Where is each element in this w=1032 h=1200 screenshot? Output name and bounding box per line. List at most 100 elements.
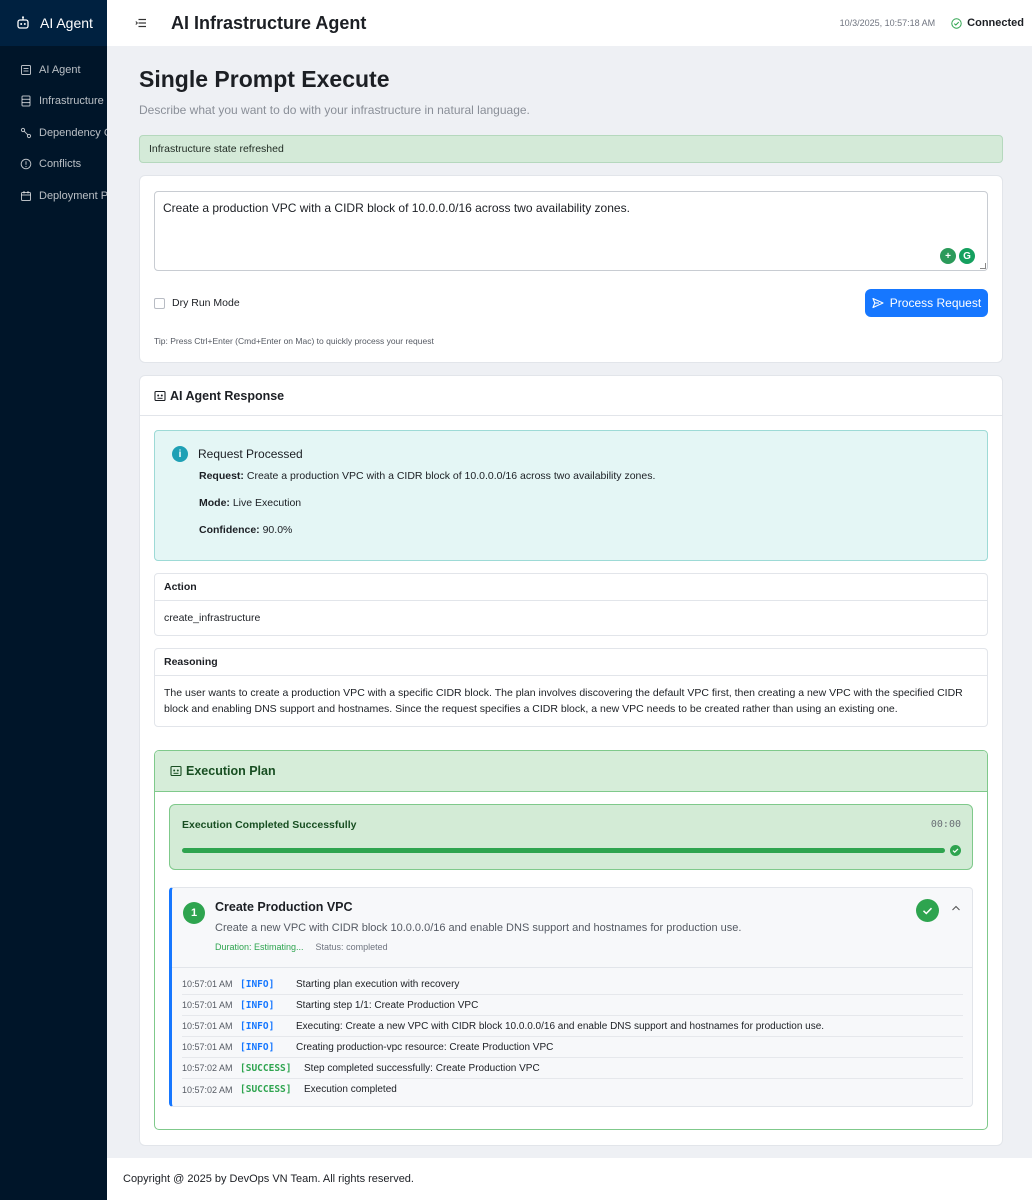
log-row: 10:57:01 AM [INFO] Creating production-v… bbox=[182, 1037, 963, 1058]
keyboard-tip: Tip: Press Ctrl+Enter (Cmd+Enter on Mac)… bbox=[154, 336, 434, 346]
prompt-textarea[interactable]: Create a production VPC with a CIDR bloc… bbox=[154, 191, 988, 271]
confidence-value: 90.0% bbox=[262, 524, 293, 536]
alert-text: Infrastructure state refreshed bbox=[149, 143, 284, 155]
send-icon bbox=[872, 297, 884, 309]
request-line: Request: Create a production VPC with a … bbox=[199, 470, 970, 482]
page-title: Single Prompt Execute bbox=[139, 66, 390, 92]
sidebar-item-infrastructure[interactable]: Infrastructure S bbox=[0, 86, 107, 118]
sidebar-nav: AI Agent Infrastructure S Dependency Gr … bbox=[0, 46, 107, 212]
log-message: Step completed successfully: Create Prod… bbox=[304, 1062, 540, 1074]
log-level: [INFO] bbox=[240, 978, 275, 990]
sidebar: AI Agent AI Agent Infrastructure S Depen… bbox=[0, 0, 107, 1200]
step-number-badge: 1 bbox=[183, 902, 205, 924]
log-level: [SUCCESS] bbox=[240, 1062, 292, 1074]
mode-label: Mode: bbox=[199, 497, 230, 509]
log-message: Execution completed bbox=[304, 1084, 397, 1095]
check-circle-icon bbox=[951, 17, 962, 29]
action-value: create_infrastructure bbox=[164, 612, 261, 624]
top-header: AI Infrastructure Agent 10/3/2025, 10:57… bbox=[107, 0, 1032, 46]
response-title: AI Agent Response bbox=[170, 388, 285, 403]
reasoning-heading: Reasoning bbox=[155, 649, 987, 676]
process-request-button[interactable]: Process Request bbox=[865, 289, 988, 317]
robot-icon bbox=[21, 64, 31, 75]
log-level: [INFO] bbox=[240, 1041, 275, 1053]
confidence-label: Confidence: bbox=[199, 524, 260, 536]
footer-copyright: Copyright @ 2025 by DevOps VN Team. All … bbox=[123, 1173, 414, 1185]
plus-extension-icon[interactable]: + bbox=[940, 248, 956, 264]
response-card: AI Agent Response i Request Processed Re… bbox=[139, 375, 1003, 1146]
robot-icon bbox=[170, 765, 182, 777]
sidebar-item-dependency-graph[interactable]: Dependency Gr bbox=[0, 117, 107, 149]
log-row: 10:57:01 AM [INFO] Starting step 1/1: Cr… bbox=[182, 995, 963, 1016]
execution-plan-title: Execution Plan bbox=[186, 764, 276, 778]
dry-run-checkbox[interactable] bbox=[154, 297, 165, 309]
log-message: Starting step 1/1: Create Production VPC bbox=[296, 999, 479, 1011]
calendar-icon bbox=[21, 190, 31, 201]
confidence-line: Confidence: 90.0% bbox=[199, 524, 970, 536]
database-icon bbox=[21, 95, 31, 107]
sidebar-item-label: AI Agent bbox=[39, 63, 81, 76]
header-timestamp: 10/3/2025, 10:57:18 AM bbox=[839, 18, 936, 28]
response-header: AI Agent Response bbox=[140, 376, 1002, 416]
grammarly-icon[interactable]: G bbox=[959, 248, 975, 264]
log-row: 10:57:02 AM [SUCCESS] Step completed suc… bbox=[182, 1058, 963, 1079]
reasoning-card: Reasoning The user wants to create a pro… bbox=[154, 648, 988, 727]
step-title: Create Production VPC bbox=[215, 900, 353, 914]
sidebar-brand[interactable]: AI Agent bbox=[0, 0, 107, 46]
log-message: Creating production-vpc resource: Create… bbox=[296, 1041, 554, 1053]
main-content: Single Prompt Execute Describe what you … bbox=[107, 46, 1032, 1158]
progress-bar bbox=[182, 848, 945, 853]
sidebar-item-label: Infrastructure S bbox=[39, 95, 107, 108]
robot-icon bbox=[154, 390, 166, 401]
execution-plan-header: Execution Plan bbox=[155, 751, 987, 792]
execution-logs: 10:57:01 AM [INFO] Starting plan executi… bbox=[172, 967, 972, 1106]
prompt-text: Create a production VPC with a CIDR bloc… bbox=[163, 201, 630, 215]
header-status: 10/3/2025, 10:57:18 AM Connected bbox=[840, 17, 1032, 29]
prompt-card: Create a production VPC with a CIDR bloc… bbox=[139, 175, 1003, 363]
sidebar-item-label: Deployment Pla bbox=[39, 189, 107, 202]
info-header: i Request Processed bbox=[172, 446, 970, 462]
request-label: Request: bbox=[199, 470, 244, 482]
connection-status: Connected bbox=[951, 17, 1024, 29]
step-status: Status: completed bbox=[315, 942, 388, 952]
log-level: [INFO] bbox=[240, 999, 275, 1011]
log-time: 10:57:01 AM bbox=[182, 1021, 233, 1031]
log-time: 10:57:02 AM bbox=[182, 1063, 233, 1073]
log-row: 10:57:01 AM [INFO] Executing: Create a n… bbox=[182, 1016, 963, 1037]
log-time: 10:57:01 AM bbox=[182, 979, 233, 989]
chevron-up-icon[interactable] bbox=[951, 903, 961, 913]
connection-status-label: Connected bbox=[967, 17, 1024, 29]
request-status-title: Request Processed bbox=[198, 447, 303, 461]
sidebar-item-conflicts[interactable]: Conflicts bbox=[0, 149, 107, 181]
success-alert: Infrastructure state refreshed bbox=[139, 135, 1003, 163]
sidebar-item-ai-agent[interactable]: AI Agent bbox=[0, 54, 107, 86]
log-row: 10:57:02 AM [SUCCESS] Execution complete… bbox=[182, 1079, 963, 1100]
extension-icons: + G bbox=[937, 248, 975, 264]
controls-row: Dry Run Mode Process Request bbox=[154, 289, 988, 317]
action-heading: Action bbox=[155, 574, 987, 601]
log-time: 10:57:02 AM bbox=[182, 1084, 233, 1095]
log-message: Executing: Create a new VPC with CIDR bl… bbox=[296, 1020, 825, 1032]
mode-value: Live Execution bbox=[232, 497, 302, 509]
execution-status-box: Execution Completed Successfully 00:00 bbox=[169, 804, 973, 870]
log-time: 10:57:01 AM bbox=[182, 1042, 233, 1052]
footer: Copyright @ 2025 by DevOps VN Team. All … bbox=[107, 1158, 1032, 1200]
reasoning-text: The user wants to create a production VP… bbox=[164, 687, 963, 715]
robot-logo-icon bbox=[17, 16, 29, 29]
sidebar-item-label: Dependency Gr bbox=[39, 126, 107, 139]
log-level: [INFO] bbox=[240, 1020, 275, 1032]
dry-run-label[interactable]: Dry Run Mode bbox=[172, 297, 240, 309]
menu-fold-icon[interactable] bbox=[135, 17, 147, 29]
sidebar-item-deployment-plan[interactable]: Deployment Pla bbox=[0, 180, 107, 212]
sidebar-item-label: Conflicts bbox=[39, 158, 82, 171]
step-description: Create a new VPC with CIDR block 10.0.0.… bbox=[215, 922, 742, 934]
action-card: Action create_infrastructure bbox=[154, 573, 988, 636]
execution-plan-card: Execution Plan Execution Completed Succe… bbox=[154, 750, 988, 1130]
step-header[interactable]: 1 Create Production VPC Create a new VPC… bbox=[172, 888, 972, 967]
resize-handle[interactable] bbox=[980, 263, 986, 269]
log-level: [SUCCESS] bbox=[240, 1084, 292, 1095]
exclamation-circle-icon bbox=[20, 158, 32, 170]
log-time: 10:57:01 AM bbox=[182, 1000, 233, 1010]
info-icon: i bbox=[172, 446, 188, 462]
share-icon bbox=[20, 127, 32, 138]
